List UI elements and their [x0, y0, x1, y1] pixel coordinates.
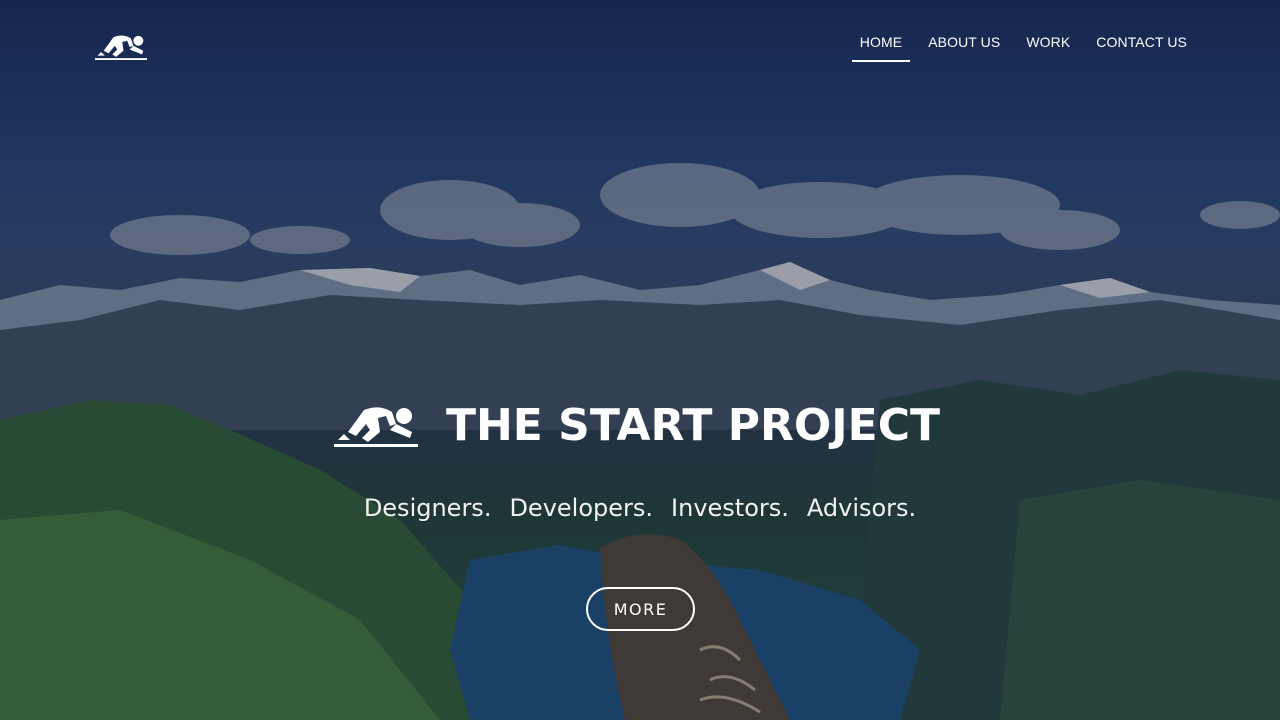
sprinter-start-icon[interactable]: [95, 32, 147, 62]
hero-tagline: Designers. Developers. Investors. Adviso…: [0, 494, 1280, 522]
tagline-word: Developers.: [509, 494, 654, 522]
tagline-word: Advisors.: [806, 494, 917, 522]
tagline-word: Investors.: [671, 494, 789, 522]
nav-work[interactable]: WORK: [1018, 26, 1078, 62]
hero-title-row: THE START PROJECT: [0, 400, 1280, 451]
sprinter-start-icon: [333, 406, 418, 447]
more-button[interactable]: MORE: [586, 587, 695, 631]
hero-section: HOME ABOUT US WORK CONTACT US THE START …: [0, 0, 1280, 720]
hero-title: THE START PROJECT: [445, 400, 941, 451]
tagline-word: Designers.: [363, 494, 492, 522]
nav-about-us[interactable]: ABOUT US: [920, 26, 1008, 62]
nav-contact-us[interactable]: CONTACT US: [1088, 26, 1195, 62]
nav-home[interactable]: HOME: [851, 26, 911, 62]
main-nav: HOME ABOUT US WORK CONTACT US: [842, 26, 1195, 62]
